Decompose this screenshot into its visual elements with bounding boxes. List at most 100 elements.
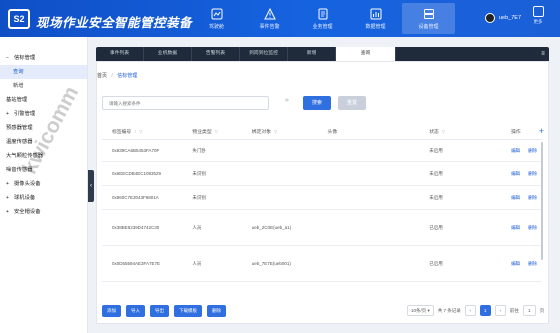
dashboard-icon [211,8,222,19]
filter-icon[interactable]: ▽ [139,129,142,134]
reset-button[interactable]: 重置 [338,96,366,110]
add-button[interactable]: 添加 [102,305,121,317]
column-header: 标签编号 [112,130,132,135]
tab-add[interactable]: 新增 [288,47,336,61]
nav-devices[interactable]: 设备管理 [402,3,455,34]
delete-link[interactable]: 删除 [528,195,537,201]
delete-link[interactable]: 删除 [528,225,537,231]
sidebar-item-label: 摄像头设备 [14,181,41,187]
sidebar-item-helmet[interactable]: + 安全帽设备 [0,205,87,219]
sidebar-item-label: 信标管理 [14,55,36,61]
nav-alerts[interactable]: 事件告警 [243,3,296,34]
tab-monitor[interactable]: 到岗到位监控 [240,47,288,61]
table-scrollbar[interactable] [541,142,543,260]
sidebar-collapse-handle[interactable]: ‹ [88,170,94,202]
edit-link[interactable]: 编辑 [511,261,520,267]
device-icon [423,8,434,19]
cell-type: 未识别 [192,194,206,200]
filter-icon[interactable]: ▽ [215,129,218,134]
menu-icon[interactable]: ≡ [537,47,549,61]
sidebar-item-label: 新增 [13,83,24,89]
chevron-right-icon[interactable]: » [285,97,289,104]
pagination: 10条/页 ▾ 共 7 条记录 ‹ 1 › 前往 1 页 [407,305,544,316]
cell-bound: ueb_2C0E(ueb_a1) [251,225,292,230]
nav-data[interactable]: 数据管理 [349,3,402,34]
add-column-icon[interactable]: + [539,126,544,136]
column-header: 头像 [327,130,338,135]
user-menu[interactable]: ueb_7E7 [485,13,521,23]
nav-business[interactable]: 业务管理 [296,3,349,34]
page-size-select[interactable]: 10条/页 ▾ [407,305,434,316]
delete-link[interactable]: 删除 [528,261,537,267]
chart-icon [370,8,381,19]
nav-label: 数据管理 [365,23,386,30]
cell-id: 0x38BE5239D4742C30 [112,225,160,230]
app-title: 现场作业安全智能管控装备 [36,16,193,30]
sort-icon[interactable]: ↕ [134,129,136,134]
sidebar-item-dome[interactable]: + 球机设备 [0,191,87,205]
sidebar-item-query[interactable]: 查询 [0,65,87,79]
page-suffix: 页 [539,307,545,313]
edit-link[interactable]: 编辑 [511,171,520,177]
search-button[interactable]: 搜索 [303,96,331,110]
sidebar-item-camera[interactable]: + 摄像头设备 [0,177,87,191]
cell-status: 未启用 [429,170,443,176]
main-panel: 首页 / 信标管理 » 搜索 重置 标签编号↕▽ 物业类型▽ 绑定对象▽ 头像 … [96,61,549,324]
cell-type: 人员 [192,224,202,230]
breadcrumb-home[interactable]: 首页 [97,73,107,79]
export-button[interactable]: 导出 [150,305,169,317]
download-template-button[interactable]: 下载模板 [174,305,202,317]
more-menu[interactable]: 更多 [526,6,550,25]
breadcrumb-separator: / [111,73,113,79]
beacon-table: 标签编号 ↕ ▽ 物业类型 ▽ 绑定对象 ▽ 头像 状态 ▽ 操作 0x839CA6B54… [102,124,542,282]
table-header: 标签编号 ↕ ▽ 物业类型 ▽ 绑定对象 ▽ 头像 状态 ▽ 操作 [102,124,542,140]
app-logo: S2 [8,9,30,29]
tab-query[interactable]: 查询 [336,47,396,61]
nav-label: 事件告警 [259,23,280,30]
sidebar: − 信标管理 查询 新增 基站管理 + 引警管理 预感器管理 温度传感器 大气颗粒传… [0,37,88,333]
tab-alarm-list[interactable]: 告警列表 [192,47,240,61]
tab-bar: 事件列表 业机数据 告警列表 到岗到位监控 新增 查询 ≡ [96,47,549,61]
filter-icon[interactable]: ▽ [274,129,277,134]
edit-link[interactable]: 编辑 [511,225,520,231]
breadcrumb-current: 信标管理 [117,73,138,79]
expand-icon: + [6,209,9,215]
collapse-icon: − [6,55,9,61]
sidebar-item-label: 球机设备 [14,195,36,201]
page-number[interactable]: 1 [479,305,491,316]
sidebar-item-beacon[interactable]: − 信标管理 [0,51,87,65]
table-row: 0x839CA6B5453FA70F 失门卧 未启用 编辑 删除 [102,140,542,162]
table-row: 0x38BE5239D4742C30 人员 ueb_2C0E(ueb_a1) 已… [102,210,542,246]
column-header: 绑定对象 [251,130,271,135]
goto-input[interactable]: 1 [522,305,536,316]
delete-link[interactable]: 删除 [528,171,537,177]
footer-actions: 添加 导入 导出 下载模板 删除 [102,305,226,317]
more-label: 更多 [533,19,543,24]
breadcrumb: 首页 / 信标管理 [97,72,137,79]
search-input[interactable] [102,96,269,110]
document-icon [318,8,327,19]
cell-status: 未启用 [429,147,443,153]
tab-events[interactable]: 事件列表 [96,47,144,61]
delete-button[interactable]: 删除 [207,305,226,317]
sidebar-item-label: 查询 [13,69,24,75]
nav-label: 设备管理 [418,23,439,30]
expand-icon: + [6,181,9,187]
page-size-value: 10条/页 [411,308,427,313]
cell-type: 人员 [192,260,202,266]
prev-page-button[interactable]: ‹ [464,305,476,316]
edit-link[interactable]: 编辑 [511,148,520,154]
tab-business-data[interactable]: 业机数据 [144,47,192,61]
filter-icon[interactable]: ▽ [442,129,445,134]
nav-dashboard[interactable]: 驾驶舱 [190,3,243,34]
cell-bound: ueb_7E7E(ueb001) [251,261,291,266]
next-page-button[interactable]: › [494,305,506,316]
import-button[interactable]: 导入 [126,305,145,317]
total-records: 共 7 条记录 [437,307,461,313]
nav-label: 驾驶舱 [208,23,224,30]
grid-icon [532,6,544,17]
delete-link[interactable]: 删除 [528,148,537,154]
edit-link[interactable]: 编辑 [511,195,520,201]
sidebar-item-label: 预感器管理 [6,125,33,131]
cell-id: 0x6EECDB4EC1083529 [112,171,162,176]
